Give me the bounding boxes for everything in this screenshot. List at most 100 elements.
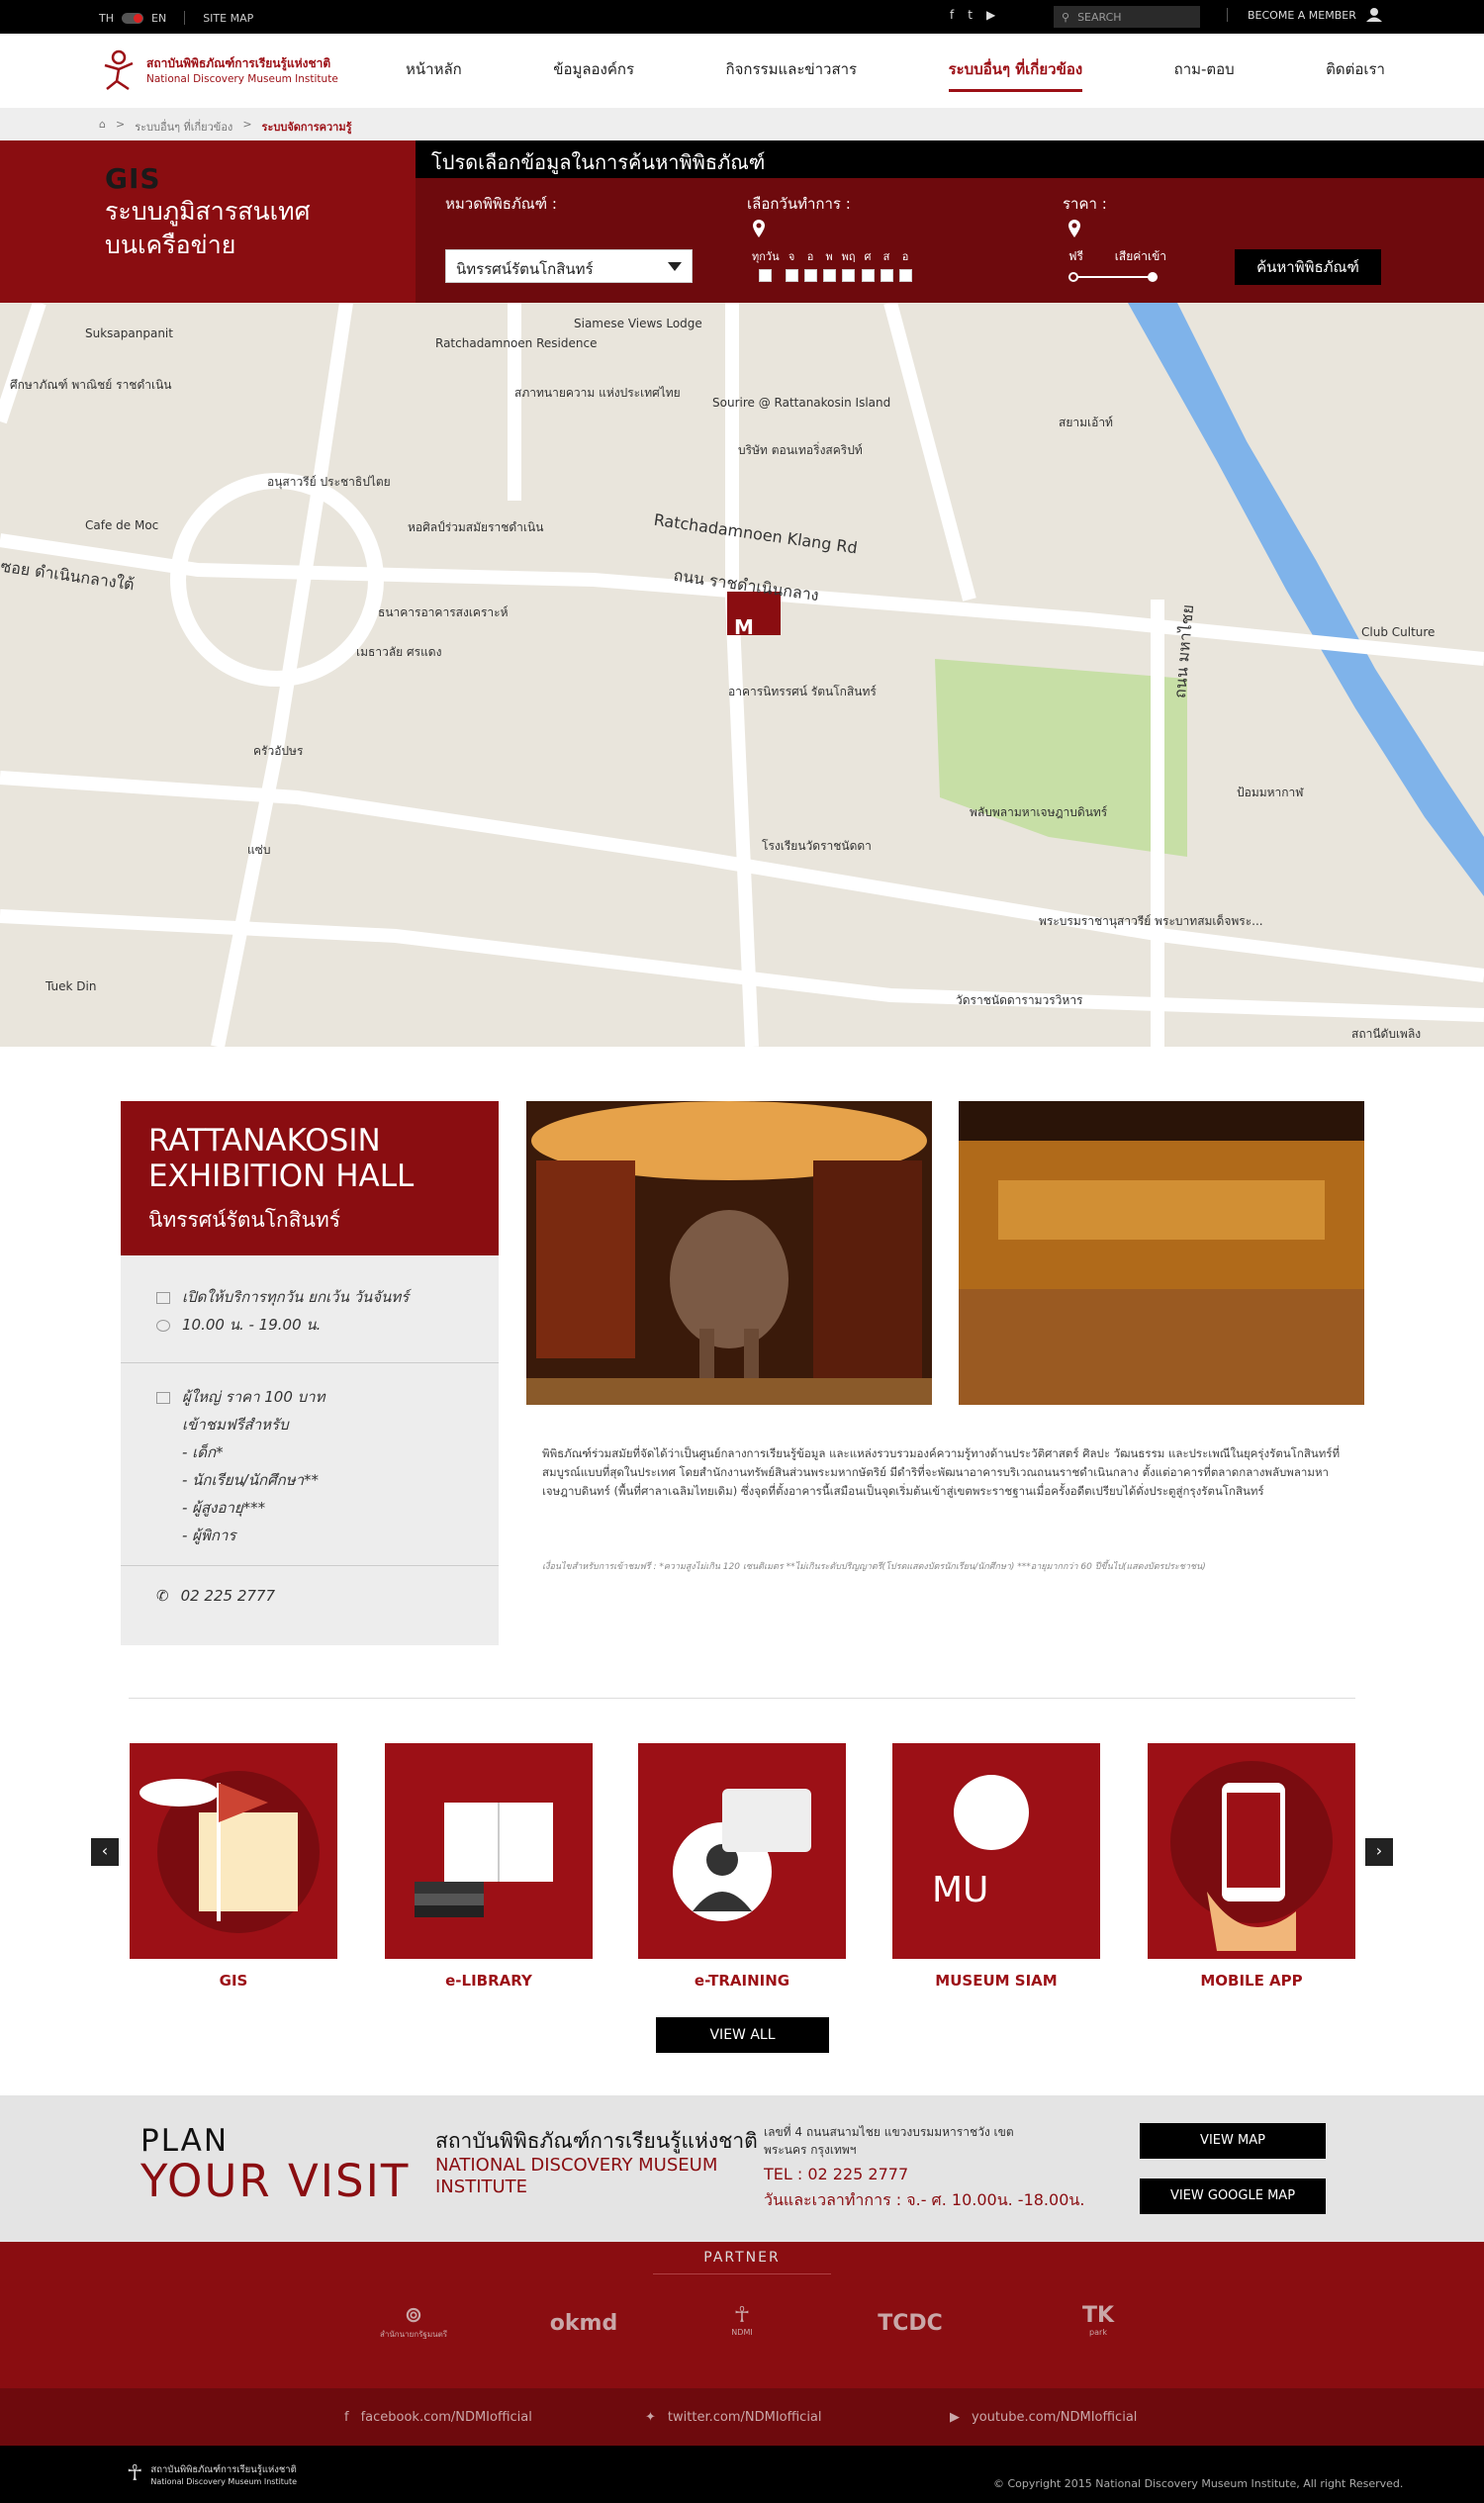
photo-exhibition-wall xyxy=(959,1101,1364,1405)
day-all[interactable]: ทุกวัน ✓ xyxy=(752,247,780,283)
facebook-icon[interactable]: f xyxy=(950,8,954,22)
nav-home[interactable]: หน้าหลัก xyxy=(406,57,462,92)
carousel-next-button[interactable]: › xyxy=(1365,1838,1393,1866)
tile-label[interactable]: MUSEUM SIAM xyxy=(892,1972,1100,1990)
lang-th[interactable]: TH xyxy=(99,12,114,25)
day-mon[interactable]: จ xyxy=(785,247,798,282)
chat-person-icon xyxy=(673,1789,811,1921)
free-for-label: เข้าชมฟรีสำหรับ xyxy=(182,1416,289,1434)
ticket-price: ผู้ใหญ่ ราคา 100 บาท xyxy=(121,1383,499,1411)
facebook-icon: f xyxy=(344,2410,349,2425)
checkbox[interactable] xyxy=(861,269,875,282)
museum-marker[interactable]: M xyxy=(734,615,754,639)
map-label: พระบรมราชานุสาวรีย์ พระบาทสมเด็จพระ... xyxy=(1039,914,1263,928)
checkbox-checked[interactable]: ✓ xyxy=(759,269,773,283)
map-label: Siamese Views Lodge xyxy=(574,317,702,330)
map-label: ครัวอัปษร xyxy=(253,744,304,758)
price-paid: เสียค่าเข้า xyxy=(1114,249,1167,263)
category-select[interactable]: นิทรรศน์รัตนโกสินทร์ xyxy=(445,249,693,283)
become-member-link[interactable]: BECOME A MEMBER xyxy=(1248,9,1356,22)
nav-faq[interactable]: ถาม-ตอบ xyxy=(1174,57,1235,92)
facebook-link[interactable]: f facebook.com/NDMIofficial xyxy=(344,2410,532,2425)
breadcrumb-item[interactable]: ระบบอื่นๆ ที่เกี่ยวข้อง xyxy=(135,118,232,134)
day-sun[interactable]: อ xyxy=(898,247,912,282)
checkbox[interactable] xyxy=(898,269,912,282)
tile-label[interactable]: GIS xyxy=(130,1972,337,1990)
day-fri[interactable]: ศ xyxy=(861,247,875,282)
map-label: สยามเอ้าท์ xyxy=(1059,416,1113,429)
tile-e-library[interactable] xyxy=(385,1743,593,1959)
map-label: Ratchadamnoen Residence xyxy=(435,336,598,350)
partner-logo-pm-office[interactable]: ⊚ สำนักนายกรัฐมนตรี xyxy=(364,2303,463,2341)
footer-logo[interactable]: ☥ สถาบันพิพิธภัณฑ์การเรียนรู้แห่งชาติ Na… xyxy=(127,2461,297,2486)
youtube-link[interactable]: ▶ youtube.com/NDMIofficial xyxy=(950,2410,1137,2425)
tile-museum-siam[interactable]: MU xyxy=(892,1743,1100,1959)
gis-map[interactable]: Suksapanpanit Siamese Views Lodge Ratcha… xyxy=(0,303,1484,1047)
free-item: - ผู้สูงอายุ*** xyxy=(182,1499,266,1517)
header: สถาบันพิพิธภัณฑ์การเรียนรู้แห่งชาติ Nati… xyxy=(0,34,1484,109)
view-all-button[interactable]: VIEW ALL xyxy=(656,2017,829,2053)
slider-handle-min[interactable] xyxy=(1068,272,1078,282)
language-toggle[interactable] xyxy=(122,12,143,24)
nav-activities[interactable]: กิจกรรมและข่าวสาร xyxy=(726,57,858,92)
youtube-icon[interactable]: ▶ xyxy=(986,8,995,22)
map-label: Club Culture xyxy=(1361,625,1436,639)
book-icon xyxy=(415,1803,553,1917)
price-slider-track[interactable] xyxy=(1068,272,1158,282)
tile-e-training[interactable] xyxy=(638,1743,846,1959)
breadcrumb-sep: > xyxy=(242,118,252,131)
checkbox[interactable] xyxy=(822,269,836,282)
logo[interactable]: สถาบันพิพิธภัณฑ์การเรียนรู้แห่งชาติ Nati… xyxy=(99,47,338,91)
nav-about[interactable]: ข้อมูลองค์กร xyxy=(553,57,634,92)
day-sat[interactable]: ส xyxy=(880,247,893,282)
view-google-map-button[interactable]: VIEW GOOGLE MAP xyxy=(1140,2179,1326,2214)
opening-hours: 10.00 น. - 19.00 น. xyxy=(121,1311,499,1339)
partner-logo-tk-park[interactable]: TK park xyxy=(1049,2303,1148,2337)
checkbox[interactable] xyxy=(880,269,893,282)
day-thu[interactable]: พฤ xyxy=(842,247,856,282)
tile-label[interactable]: e-TRAINING xyxy=(638,1972,846,1990)
home-icon[interactable]: ⌂ xyxy=(99,118,106,132)
slider-handle-max[interactable] xyxy=(1148,272,1158,282)
map-label: ป้อมมหากาฬ xyxy=(1237,786,1304,799)
seal-icon: ⊚ xyxy=(404,2303,423,2328)
day-wed[interactable]: พ xyxy=(822,247,836,282)
tile-label[interactable]: e-LIBRARY xyxy=(385,1972,593,1990)
breadcrumb-sep: > xyxy=(115,118,126,131)
ndmi-logo-icon xyxy=(104,49,134,91)
view-map-button[interactable]: VIEW MAP xyxy=(1140,2123,1326,2159)
carousel-prev-button[interactable]: ‹ xyxy=(91,1838,119,1866)
user-icon[interactable] xyxy=(1365,8,1382,22)
location-pin-icon xyxy=(753,220,765,237)
checkbox[interactable] xyxy=(842,269,856,282)
map-label: พลับพลามหาเจษฎาบดินทร์ xyxy=(970,805,1108,819)
hall-title-en-2: EXHIBITION HALL xyxy=(148,1159,415,1194)
footer-logo-th: สถาบันพิพิธภัณฑ์การเรียนรู้แห่งชาติ xyxy=(150,2463,297,2475)
partner-logo-okmd[interactable]: okmd xyxy=(534,2311,633,2336)
photo-elephant-exhibit xyxy=(526,1101,932,1405)
checkbox[interactable] xyxy=(803,269,817,282)
days-label: เลือกวันทำการ : xyxy=(747,195,851,213)
search-input[interactable]: ⚲ SEARCH xyxy=(1054,6,1200,28)
day-tue[interactable]: อ xyxy=(803,247,817,282)
checkbox[interactable] xyxy=(785,269,798,282)
map-label: แซ่บ xyxy=(247,843,271,857)
twitter-icon[interactable]: t xyxy=(968,8,973,22)
price-slider[interactable]: ฟรี เสียค่าเข้า xyxy=(1068,247,1166,282)
free-item: - ผู้พิการ xyxy=(182,1527,236,1544)
tile-mobile-app[interactable] xyxy=(1148,1743,1355,1959)
youtube-icon: ▶ xyxy=(950,2410,960,2425)
search-icon[interactable]: ⚲ xyxy=(1062,11,1069,24)
partner-logo-tcdc[interactable]: TCDC xyxy=(861,2311,960,2336)
logo-title-th: สถาบันพิพิธภัณฑ์การเรียนรู้แห่งชาติ xyxy=(146,55,331,70)
partner-logo-ndmi[interactable]: ☥ NDMI xyxy=(693,2303,791,2337)
sitemap-link[interactable]: SITE MAP xyxy=(203,12,253,25)
tile-label[interactable]: MOBILE APP xyxy=(1148,1972,1355,1990)
lang-en[interactable]: EN xyxy=(151,12,166,25)
twitter-link[interactable]: ✦ twitter.com/NDMIofficial xyxy=(645,2410,822,2425)
tile-gis[interactable] xyxy=(130,1743,337,1959)
nav-contact[interactable]: ติดต่อเรา xyxy=(1326,57,1385,92)
hall-title-en-1: RATTANAKOSIN xyxy=(148,1123,381,1159)
nav-related-systems[interactable]: ระบบอื่นๆ ที่เกี่ยวข้อง xyxy=(948,57,1083,92)
search-museum-button[interactable]: ค้นหาพิพิธภัณฑ์ xyxy=(1235,249,1381,285)
